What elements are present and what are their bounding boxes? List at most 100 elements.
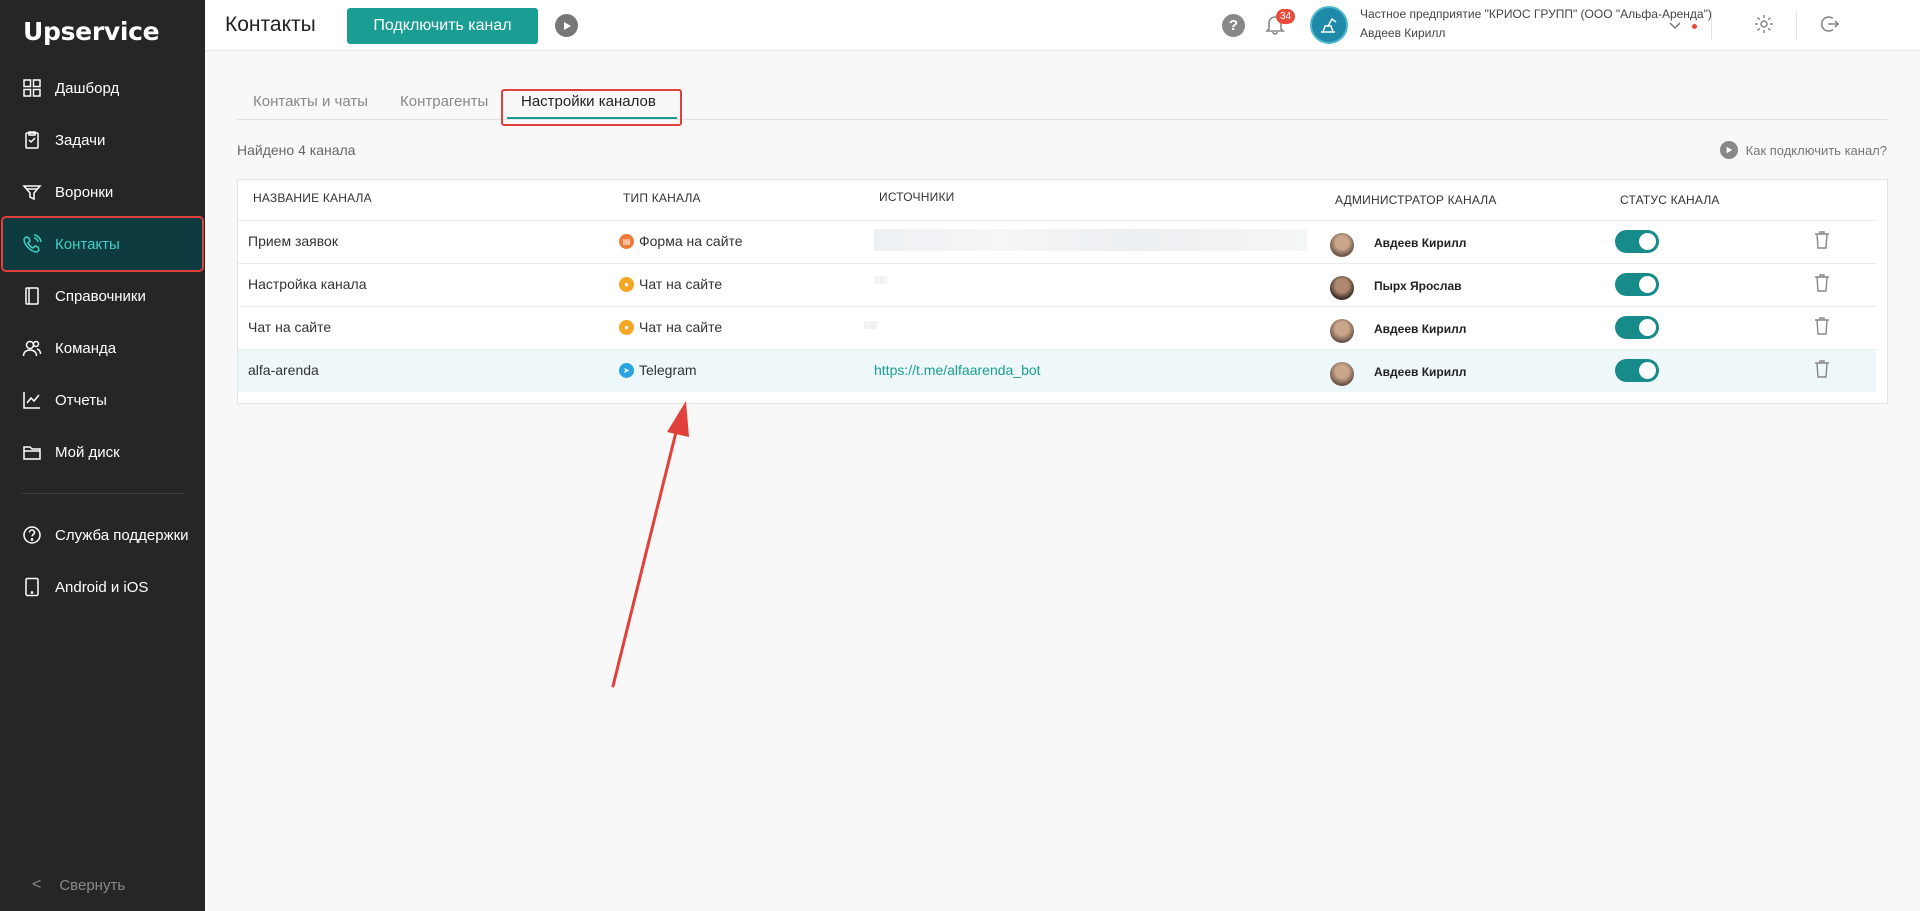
how-to-connect-label: Как подключить канал? <box>1745 142 1887 158</box>
sidebar-item-contacts[interactable]: Контакты <box>1 216 204 272</box>
channel-admin: Авдеев Кирилл <box>1330 358 1466 386</box>
excavator-icon <box>1321 17 1337 33</box>
results-count: Найдено 4 канала <box>237 142 356 158</box>
avatar <box>1330 233 1354 257</box>
channel-type-label: Форма на сайте <box>639 233 743 249</box>
channel-type-label: Чат на сайте <box>639 276 723 292</box>
app-logo[interactable]: Upservice <box>23 17 160 46</box>
avatar <box>1330 362 1354 386</box>
tasks-icon <box>25 131 39 149</box>
trash-icon[interactable] <box>1813 273 1831 293</box>
status-toggle[interactable] <box>1615 316 1659 339</box>
channel-admin: Авдеев Кирилл <box>1330 315 1466 343</box>
avatar <box>1330 319 1354 343</box>
tab-contacts-chats[interactable]: Контакты и чаты <box>253 93 368 110</box>
table-row[interactable]: alfa-arenda ➤ Telegram https://t.me/alfa… <box>238 349 1876 392</box>
channel-source-link[interactable]: https://t.me/alfaarenda_bot <box>874 362 1041 378</box>
status-toggle[interactable] <box>1615 359 1659 382</box>
collapse-label: Свернуть <box>59 876 126 894</box>
logout-icon[interactable] <box>1818 13 1840 35</box>
sidebar-item-label: Контакты <box>55 235 120 253</box>
sidebar-item-support[interactable]: Служба поддержки <box>0 509 205 561</box>
chevron-down-icon[interactable] <box>1668 18 1682 32</box>
sidebar-item-label: Служба поддержки <box>55 526 189 544</box>
blurred-source <box>874 276 888 284</box>
play-icon <box>1719 141 1738 159</box>
blurred-source <box>874 229 1307 251</box>
collapse-sidebar-button[interactable]: < Свернуть <box>32 876 125 894</box>
reports-icon <box>23 392 40 409</box>
admin-name: Пырх Ярослав <box>1374 279 1462 293</box>
sidebar-item-label: Android и iOS <box>55 578 149 596</box>
sidebar-item-directories[interactable]: Справочники <box>0 270 205 322</box>
sidebar-item-mobile-apps[interactable]: Android и iOS <box>0 561 205 613</box>
column-header-admin: Администратор канала <box>1335 193 1497 207</box>
contacts-icon <box>23 234 42 253</box>
sidebar-item-label: Задачи <box>55 131 106 149</box>
trash-icon[interactable] <box>1813 230 1831 250</box>
gear-icon[interactable] <box>1753 13 1775 35</box>
company-avatar[interactable] <box>1310 6 1348 44</box>
channels-table: Название канала Тип канала Источники Адм… <box>237 179 1888 404</box>
dashboard-icon <box>23 79 41 97</box>
column-header-name: Название канала <box>253 191 372 205</box>
status-toggle[interactable] <box>1615 230 1659 253</box>
chat-icon: ● <box>619 276 634 292</box>
chat-icon: ● <box>619 319 634 335</box>
top-header: Контакты Подключить канал ? 34 Частное п… <box>205 0 1920 51</box>
sidebar-item-dashboard[interactable]: Дашборд <box>0 62 205 114</box>
annotation-arrow <box>611 401 689 688</box>
channel-name[interactable]: Чат на сайте <box>248 319 331 335</box>
channel-admin: Авдеев Кирилл <box>1330 229 1466 257</box>
user-name[interactable]: Авдеев Кирилл <box>1360 26 1445 40</box>
notifications-badge: 34 <box>1276 9 1295 24</box>
how-to-connect-link[interactable]: Как подключить канал? <box>1719 141 1887 159</box>
sidebar-item-funnels[interactable]: Воронки <box>0 166 205 218</box>
help-icon[interactable]: ? <box>1222 14 1245 37</box>
play-video-icon[interactable] <box>555 14 578 37</box>
tab-counterparties[interactable]: Контрагенты <box>400 93 488 110</box>
sidebar-item-label: Воронки <box>55 183 114 201</box>
telegram-icon: ➤ <box>619 362 634 378</box>
channel-type-label: Чат на сайте <box>639 319 723 335</box>
channel-type-label: Telegram <box>639 362 697 378</box>
company-name[interactable]: Частное предприятие "КРИОС ГРУПП" (ООО "… <box>1360 7 1712 21</box>
sidebar-item-my-disk[interactable]: Мой диск <box>0 426 205 478</box>
form-icon: ▤ <box>619 233 634 249</box>
sidebar-item-reports[interactable]: Отчеты <box>0 374 205 426</box>
header-separator <box>1711 11 1712 40</box>
mobile-icon <box>25 577 39 597</box>
channel-name[interactable]: Прием заявок <box>248 233 338 249</box>
sidebar-item-tasks[interactable]: Задачи <box>0 114 205 166</box>
channel-type: ➤ Telegram <box>619 362 697 378</box>
table-row[interactable]: Настройка канала ● Чат на сайте Пырх Яро… <box>238 263 1876 306</box>
tabs-bar: Контакты и чаты Контрагенты Настройки ка… <box>237 89 1887 126</box>
funnel-icon <box>22 185 42 201</box>
team-icon <box>22 340 42 357</box>
channel-name[interactable]: Настройка канала <box>248 276 367 292</box>
sidebar-item-team[interactable]: Команда <box>0 322 205 374</box>
channel-name[interactable]: alfa-arenda <box>248 362 319 378</box>
admin-name: Авдеев Кирилл <box>1374 236 1467 250</box>
admin-name: Авдеев Кирилл <box>1374 322 1467 336</box>
table-row[interactable]: Чат на сайте ● Чат на сайте Авдеев Кирил… <box>238 306 1876 349</box>
trash-icon[interactable] <box>1813 359 1831 379</box>
chevron-left-icon: < <box>32 876 42 893</box>
folder-icon <box>23 446 41 460</box>
column-header-sources: Источники <box>879 190 955 204</box>
trash-icon[interactable] <box>1813 316 1831 336</box>
column-header-status: Статус канала <box>1620 193 1720 207</box>
sidebar-item-label: Дашборд <box>55 79 120 97</box>
connect-channel-button[interactable]: Подключить канал <box>347 8 538 44</box>
sidebar-divider <box>22 493 185 494</box>
channel-admin: Пырх Ярослав <box>1330 272 1462 300</box>
channel-type: ● Чат на сайте <box>619 276 722 292</box>
table-row[interactable]: Прием заявок ▤ Форма на сайте Авдеев Кир… <box>238 220 1876 263</box>
header-separator <box>1796 11 1797 40</box>
avatar <box>1330 276 1354 300</box>
status-toggle[interactable] <box>1615 273 1659 296</box>
help-circle-icon <box>23 526 41 544</box>
annotation-highlight-box <box>501 89 682 126</box>
blurred-source <box>864 321 878 329</box>
channel-type: ● Чат на сайте <box>619 319 722 335</box>
